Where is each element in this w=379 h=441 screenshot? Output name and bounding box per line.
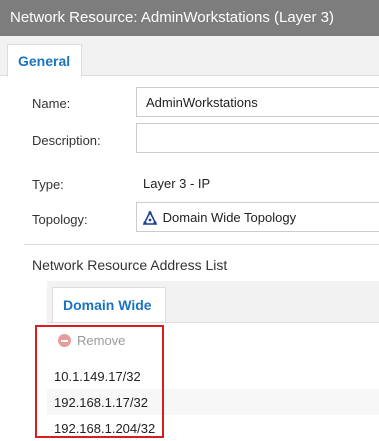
list-item[interactable]: 192.168.1.17/32 xyxy=(47,389,379,415)
type-label: Type: xyxy=(32,177,64,192)
remove-button[interactable]: Remove xyxy=(58,333,125,348)
topology-value: Domain Wide Topology xyxy=(162,210,297,225)
name-field[interactable]: AdminWorkstations xyxy=(136,87,379,117)
minus-circle-icon xyxy=(58,334,71,347)
type-value: Layer 3 - IP xyxy=(136,168,379,198)
topology-label: Topology: xyxy=(32,212,88,227)
section-divider xyxy=(24,244,379,245)
topology-icon xyxy=(142,210,158,228)
address-list-title: Network Resource Address List xyxy=(32,257,228,273)
tab-domain-wide[interactable]: Domain Wide xyxy=(52,287,166,322)
tab-general[interactable]: General xyxy=(7,44,82,77)
description-label: Description: xyxy=(32,133,101,148)
window-title: Network Resource: AdminWorkstations (Lay… xyxy=(0,0,379,36)
list-item[interactable]: 192.168.1.204/32 xyxy=(47,415,379,441)
name-label: Name: xyxy=(32,96,71,111)
topology-field[interactable]: Domain Wide Topology xyxy=(136,202,379,232)
description-field[interactable] xyxy=(136,123,379,153)
remove-label: Remove xyxy=(77,333,126,348)
list-item[interactable]: 10.1.149.17/32 xyxy=(47,363,379,389)
